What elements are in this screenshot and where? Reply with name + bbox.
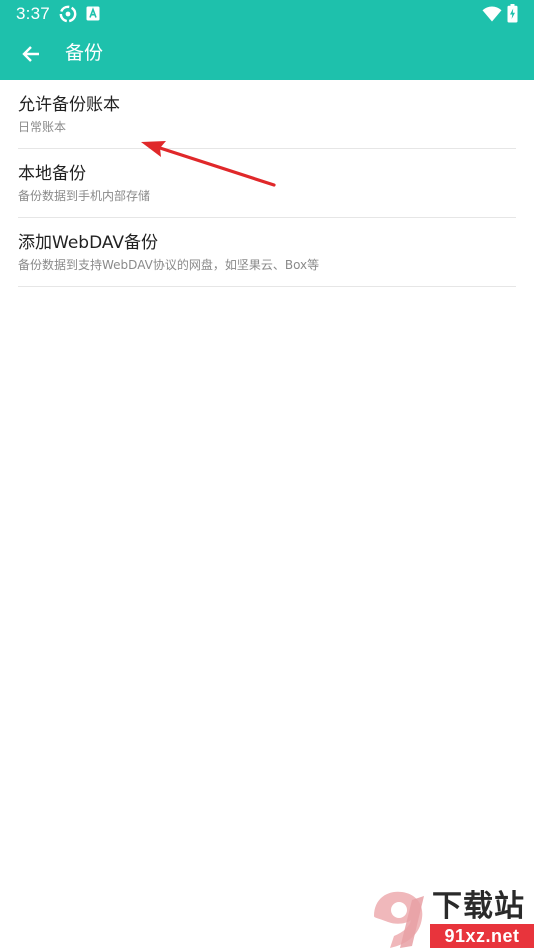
settings-list: 允许备份账本 日常账本 本地备份 备份数据到手机内部存储 添加WebDAV备份 … xyxy=(0,80,534,287)
setting-title: 允许备份账本 xyxy=(18,95,120,115)
setting-subtitle: 日常账本 xyxy=(18,120,67,134)
setting-title: 本地备份 xyxy=(18,164,86,184)
setting-allow-backup-book[interactable]: 允许备份账本 日常账本 xyxy=(18,80,516,149)
a-badge-icon xyxy=(86,6,100,25)
setting-subtitle: 备份数据到手机内部存储 xyxy=(18,189,151,203)
back-button[interactable] xyxy=(14,38,48,70)
sync-icon xyxy=(59,5,77,27)
watermark-logo-icon xyxy=(374,891,424,948)
status-bar: 3:37 xyxy=(0,0,534,28)
setting-title: 添加WebDAV备份 xyxy=(18,233,159,253)
setting-local-backup[interactable]: 本地备份 备份数据到手机内部存储 xyxy=(18,149,516,218)
wifi-icon xyxy=(482,6,502,26)
setting-add-webdav-backup[interactable]: 添加WebDAV备份 备份数据到支持WebDAV协议的网盘，如坚果云、Box等 xyxy=(18,218,516,287)
app-bar: 备份 xyxy=(0,28,534,80)
page-title: 备份 xyxy=(65,42,104,64)
watermark-title: 下载站 xyxy=(432,889,525,924)
setting-subtitle: 备份数据到支持WebDAV协议的网盘，如坚果云、Box等 xyxy=(18,258,320,272)
status-time: 3:37 xyxy=(16,4,50,23)
arrow-back-icon xyxy=(22,46,39,62)
watermark-url: 91xz.net xyxy=(430,924,534,948)
battery-charging-icon xyxy=(507,4,518,27)
watermark: 下载站 91xz.net xyxy=(366,888,534,950)
